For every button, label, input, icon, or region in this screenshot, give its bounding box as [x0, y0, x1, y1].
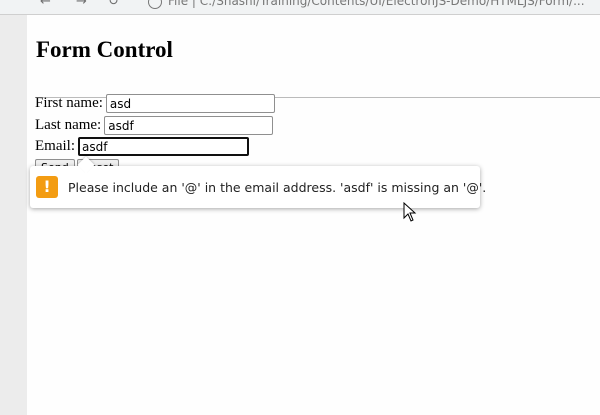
- page-content: Form Control First name: Last name: Emai…: [27, 15, 600, 415]
- back-arrow-icon[interactable]: ←: [40, 0, 51, 9]
- last-name-row: Last name:: [35, 116, 274, 135]
- left-gutter: [0, 0, 27, 415]
- page-title: Form Control: [36, 37, 173, 62]
- browser-toolbar: ← → ↻ File | C:/Shashi/Training/Contents…: [0, 0, 600, 15]
- address-bar[interactable]: File | C:/Shashi/Training/Contents/UI/El…: [140, 0, 600, 12]
- last-name-label: Last name:: [35, 116, 102, 133]
- first-name-row: First name:: [35, 94, 275, 113]
- first-name-label: First name:: [35, 94, 103, 111]
- first-name-input[interactable]: [105, 94, 275, 113]
- validation-message: Please include an '@' in the email addre…: [68, 180, 487, 195]
- mouse-cursor-icon: [403, 202, 417, 222]
- last-name-input[interactable]: [104, 116, 274, 135]
- warning-icon: !: [36, 176, 58, 198]
- email-label: Email:: [35, 137, 75, 154]
- forward-arrow-icon[interactable]: →: [76, 0, 87, 9]
- info-icon: [148, 0, 162, 9]
- address-text: File | C:/Shashi/Training/Contents/UI/El…: [168, 0, 585, 8]
- email-row: Email:: [35, 137, 249, 156]
- email-input[interactable]: [78, 137, 249, 156]
- reload-icon[interactable]: ↻: [108, 0, 119, 9]
